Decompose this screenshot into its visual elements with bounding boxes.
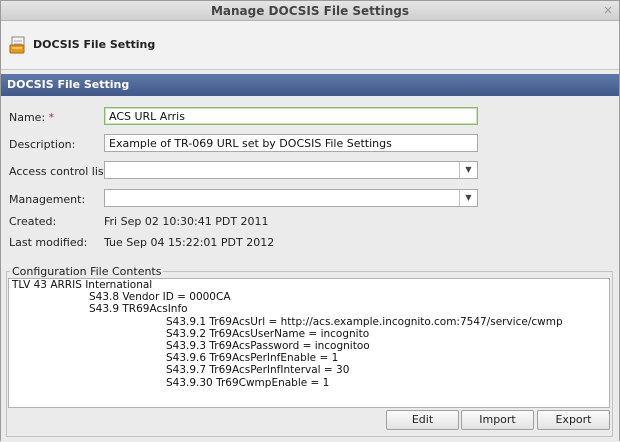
modified-label: Last modified: <box>9 236 88 249</box>
config-legend: Configuration File Contents <box>12 265 162 278</box>
description-label: Description: <box>9 138 76 151</box>
management-select[interactable]: ▼ <box>104 189 478 207</box>
config-line: S43.9.2 Tr69AcsUserName = incognito <box>166 327 370 340</box>
required-mark: * <box>48 111 55 124</box>
config-line: S43.8 Vendor ID = 0000CA <box>89 291 231 304</box>
docsis-file-icon <box>9 36 25 54</box>
modified-value: Tue Sep 04 15:22:01 PDT 2012 <box>104 236 275 249</box>
config-line: S43.9.7 Tr69AcsPerInfInterval = 30 <box>166 364 350 377</box>
management-label: Management: <box>9 193 86 206</box>
name-input[interactable] <box>104 107 478 125</box>
edit-button[interactable]: Edit <box>386 410 459 430</box>
import-button[interactable]: Import <box>461 410 534 430</box>
created-value: Fri Sep 02 10:30:41 PDT 2011 <box>104 215 269 228</box>
config-line: S43.9 TR69AcsInfo <box>89 303 188 316</box>
header-title: DOCSIS File Setting <box>33 38 156 51</box>
config-contents[interactable]: TLV 43 ARRIS International S43.8 Vendor … <box>8 278 610 408</box>
acl-select[interactable]: ▼ <box>104 161 478 179</box>
config-line: TLV 43 ARRIS International <box>12 279 153 291</box>
created-label: Created: <box>9 215 57 228</box>
acl-label: Access control list: <box>9 165 112 178</box>
chevron-down-icon[interactable]: ▼ <box>459 190 477 206</box>
config-line: S43.9.30 Tr69CwmpEnable = 1 <box>166 376 330 389</box>
name-label-text: Name: <box>9 111 46 124</box>
title-bar[interactable]: Manage DOCSIS File Settings × <box>1 1 619 21</box>
close-icon[interactable]: × <box>603 3 613 17</box>
export-button[interactable]: Export <box>537 410 610 430</box>
settings-panel: DOCSIS File Setting Name: * Description:… <box>1 74 619 442</box>
config-line: S43.9.3 Tr69AcsPassword = incognitoo <box>166 340 370 353</box>
panel-title: DOCSIS File Setting <box>7 78 130 91</box>
dialog-window: Manage DOCSIS File Settings × DOCSIS Fil… <box>0 0 620 442</box>
dialog-header: DOCSIS File Setting <box>1 21 619 70</box>
config-line: S43.9.1 Tr69AcsUrl = http://acs.example.… <box>166 315 563 328</box>
config-line: S43.9.6 Tr69AcsPerInfEnable = 1 <box>166 352 339 365</box>
window-title: Manage DOCSIS File Settings <box>210 4 410 18</box>
chevron-down-icon[interactable]: ▼ <box>459 162 477 178</box>
name-label: Name: * <box>9 111 54 124</box>
description-input[interactable] <box>104 134 478 152</box>
panel-header: DOCSIS File Setting <box>1 74 619 96</box>
